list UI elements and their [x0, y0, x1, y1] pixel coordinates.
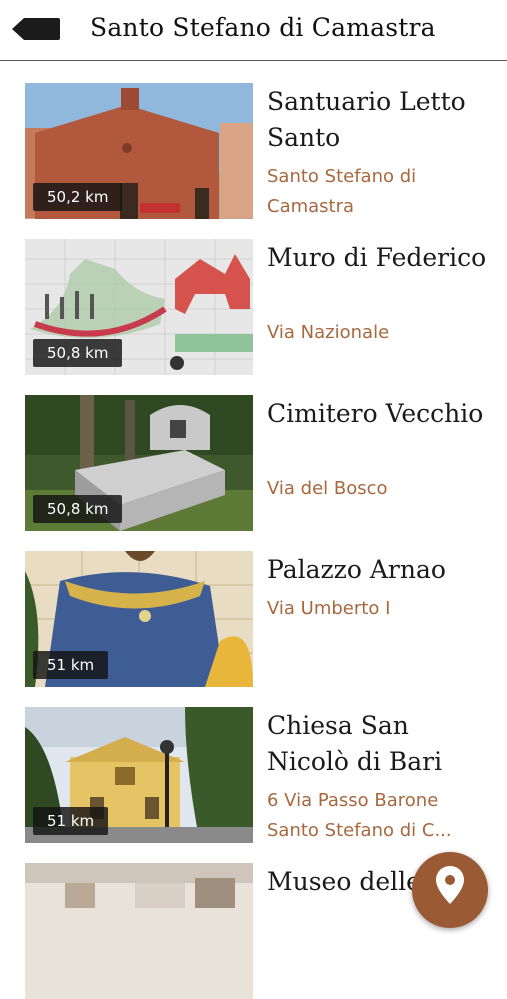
place-name: Muro di Federico [267, 243, 487, 272]
place-thumbnail: 51 km [25, 551, 253, 687]
place-address: Via Nazionale [267, 322, 390, 343]
back-arrow-icon [12, 18, 60, 40]
place-name: Cimitero Vecchio [267, 399, 484, 428]
list-item[interactable]: 50,8 km Muro di Federico Via Nazionale [0, 218, 507, 375]
distance-badge: 50,8 km [33, 339, 123, 367]
place-address: Santo Stefano di Camastra [267, 166, 417, 217]
distance-badge: 51 km [33, 807, 109, 835]
place-thumbnail: 50,8 km [25, 239, 253, 375]
distance-badge: 51 km [33, 651, 109, 679]
app-header: Santo Stefano di Camastra [0, 0, 507, 61]
place-thumbnail [25, 863, 253, 999]
place-name: Palazzo Arnao [267, 555, 446, 584]
place-name: Chiesa San Nicolò di Bari [267, 711, 443, 776]
back-button[interactable] [10, 12, 62, 46]
list-item[interactable]: 50,8 km Cimitero Vecchio Via del Bosco [0, 374, 507, 531]
page-title: Santo Stefano di Camastra [90, 13, 436, 42]
map-pin-icon [436, 866, 464, 904]
place-thumbnail: 50,2 km [25, 83, 253, 219]
distance-badge: 50,2 km [33, 183, 123, 211]
map-fab-button[interactable] [412, 852, 488, 928]
list-item[interactable]: 51 km Chiesa San Nicolò di Bari 6 Via Pa… [0, 686, 507, 843]
place-address: Via del Bosco [267, 478, 388, 499]
place-address: Via Umberto I [267, 598, 391, 619]
place-address: 6 Via Passo Barone Santo Stefano di C... [267, 790, 452, 841]
place-thumbnail: 51 km [25, 707, 253, 843]
list-item[interactable]: 51 km Palazzo Arnao Via Umberto I [0, 530, 507, 687]
place-name: Santuario Letto Santo [267, 87, 466, 152]
list-item[interactable]: 50,2 km Santuario Letto Santo Santo Stef… [0, 62, 507, 219]
place-thumbnail: 50,8 km [25, 395, 253, 531]
distance-badge: 50,8 km [33, 495, 123, 523]
